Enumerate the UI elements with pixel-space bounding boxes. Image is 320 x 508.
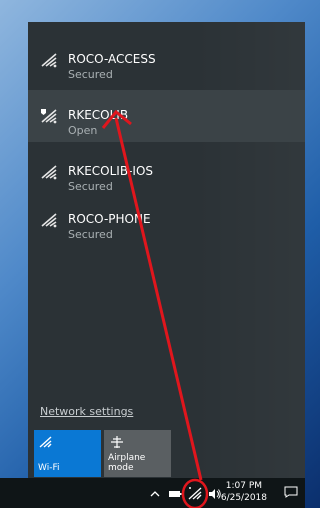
network-item-roco-phone[interactable]: ROCO-PHONE Secured bbox=[28, 194, 305, 246]
network-status: Open bbox=[68, 124, 98, 137]
airplane-tile-label: Airplane mode bbox=[108, 453, 146, 473]
wifi-toggle-tile[interactable]: Wi-Fi bbox=[34, 430, 101, 477]
network-item-roco-access[interactable]: ROCO-ACCESS Secured bbox=[28, 34, 305, 86]
wifi-signal-icon bbox=[41, 53, 57, 68]
system-clock[interactable]: 1:07 PM 6/25/2018 bbox=[221, 480, 267, 504]
network-settings-link[interactable]: Network settings bbox=[40, 405, 133, 418]
airplane-icon bbox=[111, 436, 123, 448]
network-name: RKECOLIB-IOS bbox=[68, 164, 154, 178]
wifi-flyout: ROCO-ACCESS Secured RKECOLIB Open RKECOL… bbox=[28, 22, 305, 478]
clock-date: 6/25/2018 bbox=[220, 493, 267, 503]
network-name: ROCO-ACCESS bbox=[68, 52, 156, 66]
wifi-tile-label: Wi-Fi bbox=[38, 463, 60, 473]
wifi-signal-icon bbox=[41, 213, 57, 228]
network-status: Secured bbox=[68, 180, 113, 193]
clock-time: 1:07 PM bbox=[225, 481, 263, 491]
wifi-open-shield-icon bbox=[41, 109, 57, 124]
network-name: RKECOLIB bbox=[68, 108, 129, 122]
wifi-tray-icon[interactable] bbox=[188, 486, 204, 500]
wifi-signal-icon bbox=[41, 165, 57, 180]
airplane-mode-tile[interactable]: Airplane mode bbox=[104, 430, 171, 477]
network-item-rkecolib[interactable]: RKECOLIB Open bbox=[28, 90, 305, 142]
battery-power-icon[interactable] bbox=[168, 488, 182, 500]
chevron-up-icon[interactable] bbox=[150, 489, 160, 499]
network-status: Secured bbox=[68, 68, 113, 81]
network-item-rkecolib-ios[interactable]: RKECOLIB-IOS Secured bbox=[28, 146, 305, 198]
action-center-icon[interactable] bbox=[284, 486, 298, 498]
network-status: Secured bbox=[68, 228, 113, 241]
wifi-icon bbox=[39, 436, 52, 448]
taskbar: 1:07 PM 6/25/2018 bbox=[0, 478, 305, 508]
network-name: ROCO-PHONE bbox=[68, 212, 151, 226]
